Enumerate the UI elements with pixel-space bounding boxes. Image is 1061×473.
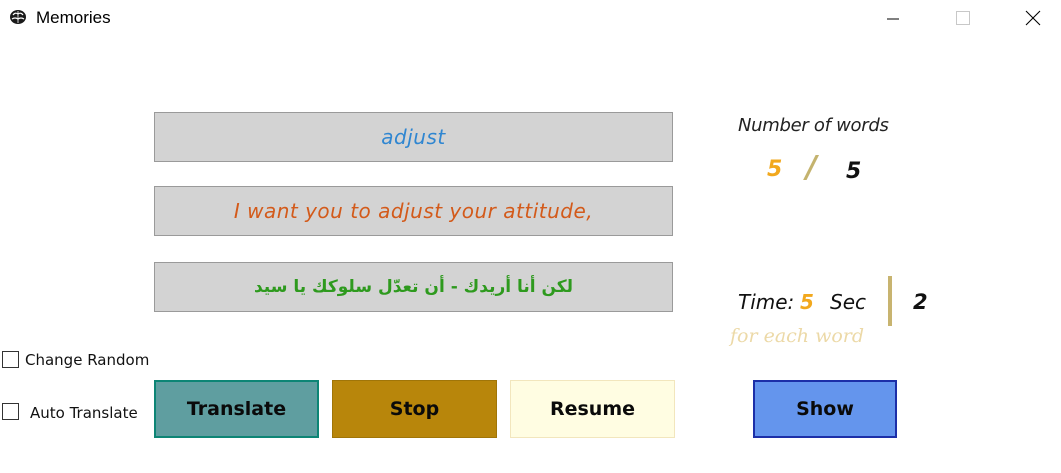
brain-icon [8,7,28,27]
change-random-label[interactable]: Change Random [25,351,149,369]
close-icon [1025,10,1041,26]
sentence-box: I want you to adjust your attitude, [154,186,673,236]
time-value: 5 [800,290,814,314]
time-divider [888,276,892,326]
show-button[interactable]: Show [753,380,897,438]
minimize-icon [887,18,899,20]
auto-translate-label[interactable]: Auto Translate [30,404,138,422]
window-title: Memories [36,8,111,27]
change-random-checkbox[interactable] [2,351,19,368]
translate-button[interactable]: Translate [154,380,319,438]
translation-box: لكن أنا أريدك - أن تعدّل سلوكك يا سيد [154,262,673,312]
sentence-text: I want you to adjust your attitude, [233,199,594,223]
countdown-value: 2 [913,290,928,314]
word-count-current: 5 [767,157,783,182]
close-button[interactable] [1010,0,1056,36]
translation-text: لكن أنا أريدك - أن تعدّل سلوكك يا سيد [253,277,574,297]
time-note: for each word [730,325,865,347]
word-count-total: 5 [846,159,862,184]
word-text: adjust [381,125,446,149]
maximize-button[interactable] [940,0,986,36]
time-unit: Sec [830,290,866,314]
resume-button[interactable]: Resume [510,380,675,438]
auto-translate-checkbox[interactable] [2,403,19,420]
minimize-button[interactable] [870,0,916,36]
stop-button[interactable]: Stop [332,380,497,438]
word-box: adjust [154,112,673,162]
time-label: Time: [738,290,795,314]
word-count-separator: / [806,150,817,185]
word-count-label: Number of words [738,115,889,136]
maximize-icon [956,11,970,25]
